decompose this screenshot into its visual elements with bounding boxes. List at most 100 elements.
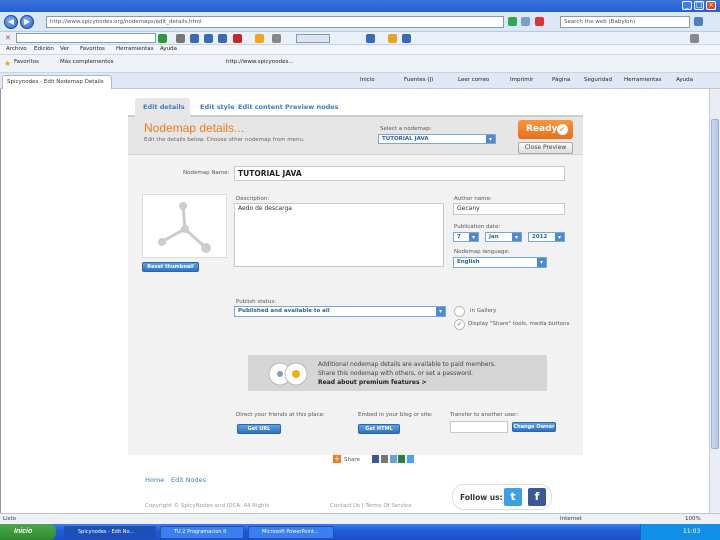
delicious-share-icon[interactable] — [390, 455, 397, 463]
cmd-page[interactable]: Página — [552, 77, 570, 83]
toolbar-icon-4[interactable] — [218, 34, 227, 43]
footer-contact-links[interactable]: Contact Us | Terms Of Service — [330, 503, 412, 509]
get-html-button[interactable]: Get HTML — [358, 424, 400, 434]
menu-item-ver[interactable]: Ver — [60, 46, 69, 52]
chevron-down-icon: ▾ — [469, 233, 478, 241]
taskbar-item-spicynodes[interactable]: Spicynodes - Edit No... — [64, 526, 156, 539]
cmd-print[interactable]: Imprimir — [510, 77, 533, 83]
back-icon[interactable]: ◀ — [4, 15, 18, 29]
close-window-button[interactable]: × — [706, 1, 716, 10]
favorites-link-1[interactable]: Más complementos — [60, 59, 114, 65]
tab-edit-content[interactable]: Edit content — [238, 103, 283, 111]
favorites-bar: ★ Favoritos Más complementos http://www.… — [0, 55, 720, 73]
go-icon[interactable] — [158, 34, 167, 43]
menu-item-favoritos[interactable]: Favoritos — [80, 46, 105, 52]
chevron-down-icon: ▾ — [555, 233, 564, 241]
toolbar-dropdown[interactable] — [296, 34, 330, 43]
date-month-select[interactable]: Jan ▾ — [485, 232, 522, 242]
cmd-security[interactable]: Seguridad — [584, 77, 612, 83]
ready-button[interactable]: Ready ✓ — [518, 120, 573, 139]
select-nodemap-label: Select a nodemap: — [380, 126, 432, 132]
cmd-mail[interactable]: Leer correo — [458, 77, 489, 83]
toolbar-icon-3[interactable] — [204, 34, 213, 43]
share-plus-icon[interactable]: + — [333, 455, 341, 463]
status-bar: Listo Internet 100% — [0, 513, 720, 524]
facebook-share-icon[interactable] — [372, 455, 379, 463]
premium-line-1: Additional nodemap details are available… — [318, 361, 496, 368]
nodemap-thumbnail — [142, 194, 227, 258]
favorites-button[interactable]: Favoritos — [14, 59, 39, 65]
maximize-button[interactable]: □ — [694, 1, 704, 10]
menu-item-ayuda[interactable]: Ayuda — [160, 46, 177, 52]
chevron-down-icon: ▾ — [436, 307, 445, 316]
footer-edit-nodes-link[interactable]: Edit Nodes — [171, 476, 206, 484]
tab-preview-nodes[interactable]: Preview nodes — [285, 103, 339, 111]
tab-edit-details[interactable]: Edit details — [143, 103, 185, 111]
reset-thumbnail-button[interactable]: Reset thumbnail — [142, 262, 199, 272]
search-icon[interactable] — [694, 17, 703, 26]
author-input[interactable]: Gecany — [453, 203, 565, 215]
date-day-select[interactable]: 7 ▾ — [453, 232, 479, 242]
description-textarea[interactable]: Aedo de descarga — [234, 203, 444, 267]
transfer-user-input[interactable] — [450, 421, 508, 433]
display-share-checkbox[interactable]: ✓ — [454, 319, 465, 330]
taskbar-item-tu2[interactable]: TU 2 Programacion II — [160, 526, 244, 539]
toolbar-icon-9[interactable] — [402, 34, 411, 43]
get-url-button[interactable]: Get URL — [237, 424, 281, 434]
close-toolbar-icon[interactable]: ✕ — [5, 34, 11, 42]
toolbar-settings-icon[interactable] — [690, 34, 699, 43]
toolbar-icon-2[interactable] — [190, 34, 199, 43]
status-zoom[interactable]: 100% — [685, 516, 701, 522]
toolbar-search-input[interactable] — [16, 33, 156, 43]
digg-share-icon[interactable] — [398, 455, 405, 463]
menu-item-archivo[interactable]: Archivo — [6, 46, 27, 52]
browser-tab-active[interactable]: Spicynodes - Edit Nodemap Details — [2, 75, 112, 89]
share-link[interactable]: Share — [344, 457, 360, 463]
cmd-help[interactable]: Ayuda — [676, 77, 693, 83]
address-row: ◀ ▶ http://www.spicynodes.org/nodemaps/e… — [0, 12, 720, 32]
scrollbar-thumb[interactable] — [711, 119, 719, 449]
tab-edit-style[interactable]: Edit style — [200, 103, 235, 111]
taskbar-item-powerpoint[interactable]: Microsoft PowerPoint... — [248, 526, 334, 539]
footer-home-link[interactable]: Home — [145, 476, 164, 484]
forward-icon[interactable]: ▶ — [20, 15, 34, 29]
email-share-icon[interactable] — [381, 455, 388, 463]
publish-status-select[interactable]: Published and available to all ▾ — [234, 306, 446, 317]
vertical-scrollbar[interactable] — [709, 89, 720, 513]
toolbar-icon-7[interactable] — [366, 34, 375, 43]
twitter-icon[interactable]: t — [504, 488, 522, 506]
date-year-select[interactable]: 2012 ▾ — [528, 232, 565, 242]
clock: 11:03 — [683, 528, 701, 535]
facebook-icon[interactable]: f — [528, 488, 546, 506]
compatibility-icon[interactable] — [521, 17, 530, 26]
toolbar-icon-5[interactable] — [233, 34, 242, 43]
change-owner-button[interactable]: Change Owner — [512, 422, 556, 432]
address-bar[interactable]: http://www.spicynodes.org/nodemaps/edit_… — [46, 16, 504, 28]
favorites-link-3[interactable]: http://www.spicynodes... — [226, 59, 294, 65]
premium-features-link[interactable]: Read about premium features > — [318, 379, 427, 386]
cmd-feeds[interactable]: Fuentes (J) — [404, 77, 433, 83]
cmd-tools[interactable]: Herramientas — [624, 77, 661, 83]
date-day-value: 7 — [457, 234, 461, 240]
start-button[interactable]: Inicio — [0, 524, 56, 540]
toolbar-icon-1[interactable] — [176, 34, 185, 43]
toolbar-icon-6[interactable] — [272, 34, 281, 43]
search-input[interactable]: Search the web (Babylon) — [560, 16, 690, 28]
gallery-checkbox[interactable] — [454, 306, 465, 317]
nodemap-select[interactable]: TUTORIAL JAVA ▾ — [378, 134, 496, 144]
nodemap-name-input[interactable]: TUTORIAL JAVA — [234, 166, 565, 181]
stop-icon[interactable] — [535, 17, 544, 26]
language-value: English — [457, 259, 480, 265]
menu-item-edicion[interactable]: Edición — [34, 46, 54, 52]
refresh-icon[interactable] — [508, 17, 517, 26]
embed-label: Embed in your blog or site: — [358, 412, 433, 418]
minimize-button[interactable]: _ — [682, 1, 692, 10]
menu-bar: Archivo Edición Ver Favoritos Herramient… — [0, 45, 720, 55]
toolbar-icon-8[interactable] — [388, 34, 397, 43]
star-icon[interactable] — [255, 34, 264, 43]
cmd-home[interactable]: Inicio — [360, 77, 375, 83]
twitter-share-icon[interactable] — [407, 455, 414, 463]
language-select[interactable]: English ▾ — [453, 257, 547, 268]
close-preview-button[interactable]: Close Preview — [518, 142, 573, 154]
menu-item-herramientas[interactable]: Herramientas — [116, 46, 153, 52]
